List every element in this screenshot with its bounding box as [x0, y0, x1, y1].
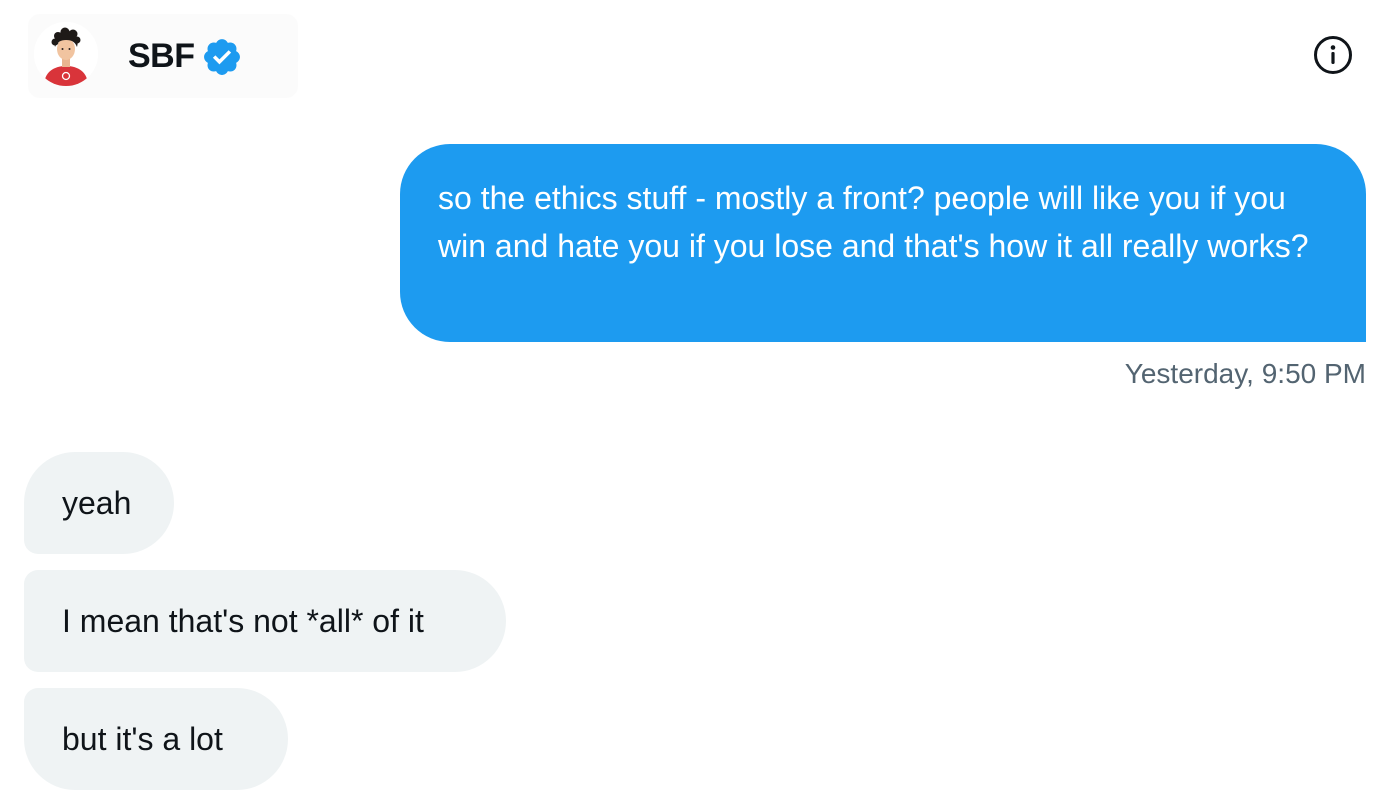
received-message[interactable]: I mean that's not *all* of it: [24, 570, 506, 672]
contact-name-row: SBF: [128, 34, 243, 78]
verified-badge-icon: [203, 39, 240, 75]
contact-name[interactable]: SBF: [128, 37, 195, 76]
avatar[interactable]: [34, 22, 98, 86]
contact-info[interactable]: SBF: [28, 14, 298, 98]
message-timestamp: Yesterday, 9:50 PM: [1124, 358, 1366, 389]
received-message[interactable]: but it's a lot: [24, 688, 288, 790]
info-icon: [1314, 36, 1352, 74]
sent-message[interactable]: so the ethics stuff - mostly a front? pe…: [400, 144, 1366, 342]
conversation-header: SBF: [0, 0, 1398, 110]
received-message[interactable]: yeah: [24, 452, 174, 554]
info-button[interactable]: [1312, 34, 1354, 76]
avatar-illustration: [34, 22, 98, 86]
dm-conversation: SBF so the ethics stuff - mostly a front…: [0, 0, 1398, 808]
